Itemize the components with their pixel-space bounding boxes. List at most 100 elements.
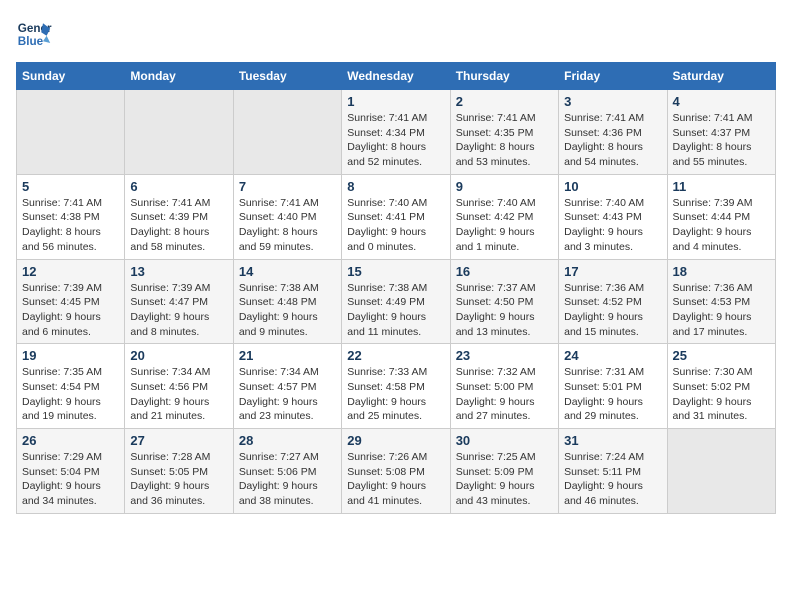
day-number: 12 — [22, 264, 119, 279]
day-info: Sunrise: 7:29 AM Sunset: 5:04 PM Dayligh… — [22, 450, 119, 509]
calendar-cell: 14 Sunrise: 7:38 AM Sunset: 4:48 PM Dayli… — [233, 259, 341, 344]
day-number: 19 — [22, 348, 119, 363]
day-number: 20 — [130, 348, 227, 363]
day-info: Sunrise: 7:36 AM Sunset: 4:53 PM Dayligh… — [673, 281, 770, 340]
day-number: 28 — [239, 433, 336, 448]
calendar-cell: 18 Sunrise: 7:36 AM Sunset: 4:53 PM Dayli… — [667, 259, 775, 344]
day-number: 22 — [347, 348, 444, 363]
day-info: Sunrise: 7:41 AM Sunset: 4:35 PM Dayligh… — [456, 111, 553, 170]
day-number: 31 — [564, 433, 661, 448]
day-number: 13 — [130, 264, 227, 279]
day-number: 26 — [22, 433, 119, 448]
day-info: Sunrise: 7:26 AM Sunset: 5:08 PM Dayligh… — [347, 450, 444, 509]
day-info: Sunrise: 7:31 AM Sunset: 5:01 PM Dayligh… — [564, 365, 661, 424]
day-info: Sunrise: 7:39 AM Sunset: 4:44 PM Dayligh… — [673, 196, 770, 255]
calendar-cell: 11 Sunrise: 7:39 AM Sunset: 4:44 PM Dayli… — [667, 174, 775, 259]
calendar-cell — [125, 90, 233, 175]
calendar-cell: 10 Sunrise: 7:40 AM Sunset: 4:43 PM Dayli… — [559, 174, 667, 259]
day-number: 23 — [456, 348, 553, 363]
page-header: General Blue — [16, 16, 776, 52]
day-info: Sunrise: 7:35 AM Sunset: 4:54 PM Dayligh… — [22, 365, 119, 424]
calendar-cell: 31 Sunrise: 7:24 AM Sunset: 5:11 PM Dayli… — [559, 429, 667, 514]
day-number: 6 — [130, 179, 227, 194]
day-info: Sunrise: 7:24 AM Sunset: 5:11 PM Dayligh… — [564, 450, 661, 509]
calendar-cell: 29 Sunrise: 7:26 AM Sunset: 5:08 PM Dayli… — [342, 429, 450, 514]
weekday-header-saturday: Saturday — [667, 63, 775, 90]
day-number: 2 — [456, 94, 553, 109]
calendar-week-row: 19 Sunrise: 7:35 AM Sunset: 4:54 PM Dayli… — [17, 344, 776, 429]
calendar-cell: 16 Sunrise: 7:37 AM Sunset: 4:50 PM Dayli… — [450, 259, 558, 344]
calendar-week-row: 1Sunrise: 7:41 AM Sunset: 4:34 PM Daylig… — [17, 90, 776, 175]
day-info: Sunrise: 7:41 AM Sunset: 4:37 PM Dayligh… — [673, 111, 770, 170]
calendar-cell — [17, 90, 125, 175]
calendar-cell: 9 Sunrise: 7:40 AM Sunset: 4:42 PM Daylig… — [450, 174, 558, 259]
calendar-cell — [667, 429, 775, 514]
day-info: Sunrise: 7:32 AM Sunset: 5:00 PM Dayligh… — [456, 365, 553, 424]
calendar-table: SundayMondayTuesdayWednesdayThursdayFrid… — [16, 62, 776, 514]
day-number: 11 — [673, 179, 770, 194]
day-number: 25 — [673, 348, 770, 363]
calendar-cell — [233, 90, 341, 175]
calendar-cell: 27 Sunrise: 7:28 AM Sunset: 5:05 PM Dayli… — [125, 429, 233, 514]
weekday-header-friday: Friday — [559, 63, 667, 90]
day-number: 8 — [347, 179, 444, 194]
calendar-cell: 7 Sunrise: 7:41 AM Sunset: 4:40 PM Daylig… — [233, 174, 341, 259]
day-info: Sunrise: 7:41 AM Sunset: 4:39 PM Dayligh… — [130, 196, 227, 255]
calendar-cell: 8Sunrise: 7:40 AM Sunset: 4:41 PM Daylig… — [342, 174, 450, 259]
svg-text:Blue: Blue — [18, 35, 44, 48]
day-info: Sunrise: 7:40 AM Sunset: 4:42 PM Dayligh… — [456, 196, 553, 255]
day-number: 14 — [239, 264, 336, 279]
day-number: 9 — [456, 179, 553, 194]
day-number: 7 — [239, 179, 336, 194]
day-number: 18 — [673, 264, 770, 279]
calendar-cell: 19 Sunrise: 7:35 AM Sunset: 4:54 PM Dayli… — [17, 344, 125, 429]
weekday-header-monday: Monday — [125, 63, 233, 90]
day-info: Sunrise: 7:41 AM Sunset: 4:40 PM Dayligh… — [239, 196, 336, 255]
day-number: 29 — [347, 433, 444, 448]
calendar-cell: 1Sunrise: 7:41 AM Sunset: 4:34 PM Daylig… — [342, 90, 450, 175]
calendar-cell: 20 Sunrise: 7:34 AM Sunset: 4:56 PM Dayli… — [125, 344, 233, 429]
calendar-cell: 4Sunrise: 7:41 AM Sunset: 4:37 PM Daylig… — [667, 90, 775, 175]
calendar-cell: 15Sunrise: 7:38 AM Sunset: 4:49 PM Dayli… — [342, 259, 450, 344]
day-info: Sunrise: 7:37 AM Sunset: 4:50 PM Dayligh… — [456, 281, 553, 340]
day-info: Sunrise: 7:40 AM Sunset: 4:43 PM Dayligh… — [564, 196, 661, 255]
day-info: Sunrise: 7:34 AM Sunset: 4:57 PM Dayligh… — [239, 365, 336, 424]
day-info: Sunrise: 7:25 AM Sunset: 5:09 PM Dayligh… — [456, 450, 553, 509]
weekday-header-thursday: Thursday — [450, 63, 558, 90]
calendar-cell: 5 Sunrise: 7:41 AM Sunset: 4:38 PM Daylig… — [17, 174, 125, 259]
calendar-header-row: SundayMondayTuesdayWednesdayThursdayFrid… — [17, 63, 776, 90]
day-number: 30 — [456, 433, 553, 448]
calendar-week-row: 5 Sunrise: 7:41 AM Sunset: 4:38 PM Daylig… — [17, 174, 776, 259]
day-info: Sunrise: 7:27 AM Sunset: 5:06 PM Dayligh… — [239, 450, 336, 509]
weekday-header-wednesday: Wednesday — [342, 63, 450, 90]
day-info: Sunrise: 7:28 AM Sunset: 5:05 PM Dayligh… — [130, 450, 227, 509]
day-number: 16 — [456, 264, 553, 279]
day-number: 21 — [239, 348, 336, 363]
calendar-week-row: 26 Sunrise: 7:29 AM Sunset: 5:04 PM Dayli… — [17, 429, 776, 514]
day-info: Sunrise: 7:34 AM Sunset: 4:56 PM Dayligh… — [130, 365, 227, 424]
day-number: 3 — [564, 94, 661, 109]
calendar-cell: 6 Sunrise: 7:41 AM Sunset: 4:39 PM Daylig… — [125, 174, 233, 259]
calendar-cell: 17 Sunrise: 7:36 AM Sunset: 4:52 PM Dayli… — [559, 259, 667, 344]
day-info: Sunrise: 7:41 AM Sunset: 4:36 PM Dayligh… — [564, 111, 661, 170]
calendar-cell: 21 Sunrise: 7:34 AM Sunset: 4:57 PM Dayli… — [233, 344, 341, 429]
day-number: 5 — [22, 179, 119, 194]
calendar-cell: 22Sunrise: 7:33 AM Sunset: 4:58 PM Dayli… — [342, 344, 450, 429]
calendar-cell: 28 Sunrise: 7:27 AM Sunset: 5:06 PM Dayli… — [233, 429, 341, 514]
day-info: Sunrise: 7:36 AM Sunset: 4:52 PM Dayligh… — [564, 281, 661, 340]
calendar-cell: 3 Sunrise: 7:41 AM Sunset: 4:36 PM Daylig… — [559, 90, 667, 175]
day-info: Sunrise: 7:38 AM Sunset: 4:48 PM Dayligh… — [239, 281, 336, 340]
calendar-cell: 13 Sunrise: 7:39 AM Sunset: 4:47 PM Dayli… — [125, 259, 233, 344]
calendar-cell: 24 Sunrise: 7:31 AM Sunset: 5:01 PM Dayli… — [559, 344, 667, 429]
calendar-cell: 30 Sunrise: 7:25 AM Sunset: 5:09 PM Dayli… — [450, 429, 558, 514]
day-info: Sunrise: 7:39 AM Sunset: 4:47 PM Dayligh… — [130, 281, 227, 340]
day-info: Sunrise: 7:41 AM Sunset: 4:34 PM Dayligh… — [347, 111, 444, 170]
day-number: 24 — [564, 348, 661, 363]
day-number: 15 — [347, 264, 444, 279]
day-info: Sunrise: 7:41 AM Sunset: 4:38 PM Dayligh… — [22, 196, 119, 255]
day-info: Sunrise: 7:39 AM Sunset: 4:45 PM Dayligh… — [22, 281, 119, 340]
day-number: 10 — [564, 179, 661, 194]
day-number: 27 — [130, 433, 227, 448]
day-number: 17 — [564, 264, 661, 279]
day-info: Sunrise: 7:30 AM Sunset: 5:02 PM Dayligh… — [673, 365, 770, 424]
